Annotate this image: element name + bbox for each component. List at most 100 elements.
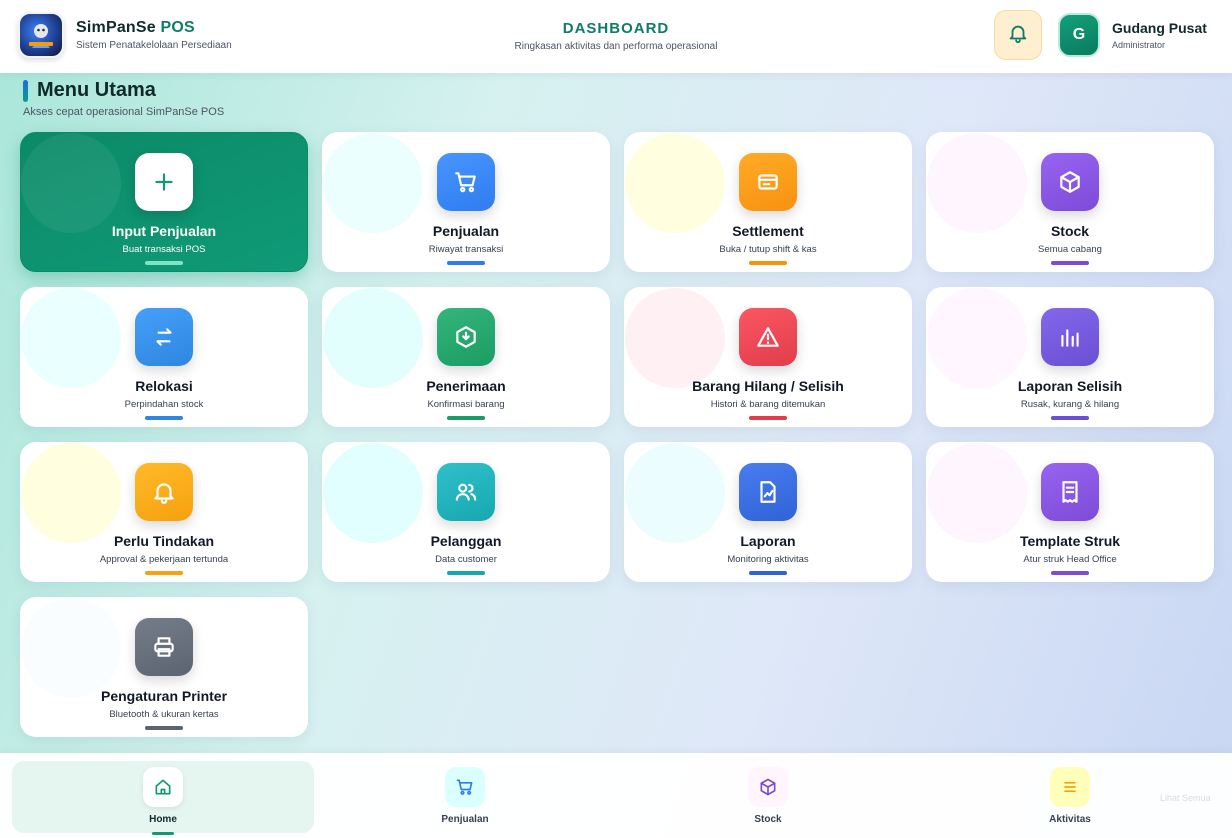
menu-card-description: Rusak, kurang & hilang bbox=[1020, 399, 1120, 410]
menu-card-label: Pelanggan bbox=[430, 533, 502, 549]
menu-card-label: Penjualan bbox=[432, 223, 500, 239]
menu-card-relokasi[interactable]: Relokasi Perpindahan stock bbox=[20, 287, 308, 427]
warning-icon bbox=[739, 308, 797, 366]
card-decoration bbox=[323, 443, 423, 543]
card-decoration bbox=[323, 288, 423, 388]
section-title: Menu Utama bbox=[37, 79, 156, 101]
menu-card-label: Relokasi bbox=[135, 378, 193, 394]
menu-card-penerimaan[interactable]: Penerimaan Konfirmasi barang bbox=[322, 287, 610, 427]
menu-card-input-penjualan[interactable]: Input Penjualan Buat transaksi POS bbox=[20, 132, 308, 272]
menu-card-accent-bar bbox=[749, 416, 787, 420]
list-icon bbox=[1050, 767, 1090, 807]
card-decoration bbox=[625, 288, 725, 388]
menu-card-description: Riwayat transaksi bbox=[428, 244, 504, 255]
app-name: SimPanSe POS bbox=[76, 19, 195, 36]
user-role: Administrator bbox=[1112, 40, 1166, 50]
menu-card-barang-hilang-selisih[interactable]: Barang Hilang / Selisih Histori & barang … bbox=[624, 287, 912, 427]
menu-card-label: Barang Hilang / Selisih bbox=[692, 378, 844, 394]
menu-card-accent-bar bbox=[145, 726, 183, 730]
menu-card-accent-bar bbox=[447, 416, 485, 420]
card-decoration bbox=[927, 133, 1027, 233]
nav-item-label: Stock bbox=[754, 814, 782, 825]
menu-card-label: Template Struk bbox=[1019, 533, 1121, 549]
menu-card-accent-bar bbox=[749, 571, 787, 575]
transfer-icon bbox=[135, 308, 193, 366]
card-decoration bbox=[21, 443, 121, 543]
menu-card-description: Konfirmasi barang bbox=[427, 399, 505, 410]
menu-card-description: Perpindahan stock bbox=[124, 399, 204, 410]
menu-card-description: Buka / tutup shift & kas bbox=[719, 244, 817, 255]
plus-icon bbox=[135, 153, 193, 211]
menu-card-description: Buat transaksi POS bbox=[122, 244, 206, 255]
menu-card-description: Data customer bbox=[435, 554, 497, 565]
box-icon bbox=[1041, 153, 1099, 211]
bar-chart-icon bbox=[1041, 308, 1099, 366]
menu-card-template-struk[interactable]: Template Struk Atur struk Head Office bbox=[926, 442, 1214, 582]
menu-card-pengaturan-printer[interactable]: Pengaturan Printer Bluetooth & ukuran ker… bbox=[20, 597, 308, 737]
notification-button[interactable] bbox=[994, 10, 1042, 60]
bell-icon bbox=[1007, 22, 1029, 49]
menu-card-accent-bar bbox=[145, 416, 183, 420]
menu-card-perlu-tindakan[interactable]: Perlu Tindakan Approval & pekerjaan tertu… bbox=[20, 442, 308, 582]
active-nav-indicator bbox=[152, 832, 174, 835]
card-decoration bbox=[21, 288, 121, 388]
menu-card-accent-bar bbox=[447, 261, 485, 265]
menu-card-accent-bar bbox=[447, 571, 485, 575]
menu-card-label: Pengaturan Printer bbox=[100, 688, 228, 704]
card-decoration bbox=[21, 133, 121, 233]
card-decoration bbox=[927, 443, 1027, 543]
menu-card-laporan-selisih[interactable]: Laporan Selisih Rusak, kurang & hilang bbox=[926, 287, 1214, 427]
nav-item-home[interactable]: Home bbox=[12, 761, 314, 833]
menu-card-label: Stock bbox=[1050, 223, 1090, 239]
menu-card-penjualan[interactable]: Penjualan Riwayat transaksi bbox=[322, 132, 610, 272]
card-decoration bbox=[927, 288, 1027, 388]
app-header: SimPanSe POS Sistem Penatakelolaan Perse… bbox=[0, 0, 1232, 73]
menu-card-label: Laporan bbox=[740, 533, 796, 549]
menu-card-label: Perlu Tindakan bbox=[113, 533, 215, 549]
menu-card-accent-bar bbox=[145, 261, 183, 265]
printer-icon bbox=[135, 618, 193, 676]
brand[interactable]: SimPanSe POS Sistem Penatakelolaan Perse… bbox=[18, 12, 232, 58]
menu-card-accent-bar bbox=[145, 571, 183, 575]
nav-item-label: Home bbox=[149, 814, 177, 825]
menu-card-description: Semua cabang bbox=[1038, 244, 1102, 255]
nav-item-label: Aktivitas bbox=[1049, 814, 1091, 825]
cart-icon bbox=[437, 153, 495, 211]
menu-card-description: Approval & pekerjaan tertunda bbox=[99, 554, 229, 565]
home-icon bbox=[143, 767, 183, 807]
app-logo bbox=[18, 12, 64, 58]
nav-item-label: Penjualan bbox=[441, 814, 489, 825]
box-icon bbox=[748, 767, 788, 807]
faint-link[interactable]: Lihat Semua bbox=[1160, 793, 1211, 803]
section-accent-bar bbox=[23, 80, 28, 102]
nav-item-stock[interactable]: Stock bbox=[617, 761, 919, 833]
receipt-icon bbox=[1041, 463, 1099, 521]
menu-card-laporan[interactable]: Laporan Monitoring aktivitas bbox=[624, 442, 912, 582]
card-decoration bbox=[21, 598, 121, 698]
menu-card-accent-bar bbox=[749, 261, 787, 265]
menu-card-settlement[interactable]: Settlement Buka / tutup shift & kas bbox=[624, 132, 912, 272]
menu-card-label: Laporan Selisih bbox=[1017, 378, 1123, 394]
menu-card-accent-bar bbox=[1051, 416, 1089, 420]
bottom-navigation: Home Penjualan Stock Aktivitas bbox=[0, 753, 1232, 838]
cash-icon bbox=[739, 153, 797, 211]
menu-card-accent-bar bbox=[1051, 261, 1089, 265]
cart-icon bbox=[445, 767, 485, 807]
receive-icon bbox=[437, 308, 495, 366]
card-decoration bbox=[625, 133, 725, 233]
card-decoration bbox=[625, 443, 725, 543]
menu-card-description: Atur struk Head Office bbox=[1023, 554, 1117, 565]
menu-card-label: Input Penjualan bbox=[111, 223, 217, 239]
bell-icon bbox=[135, 463, 193, 521]
nav-item-penjualan[interactable]: Penjualan bbox=[314, 761, 616, 833]
menu-card-accent-bar bbox=[1051, 571, 1089, 575]
menu-card-stock[interactable]: Stock Semua cabang bbox=[926, 132, 1214, 272]
user-name: Gudang Pusat bbox=[1112, 20, 1207, 36]
menu-card-description: Bluetooth & ukuran kertas bbox=[109, 709, 219, 720]
report-icon bbox=[739, 463, 797, 521]
user-avatar[interactable]: G bbox=[1058, 13, 1100, 57]
menu-card-description: Histori & barang ditemukan bbox=[710, 399, 826, 410]
menu-card-pelanggan[interactable]: Pelanggan Data customer bbox=[322, 442, 610, 582]
menu-card-label: Settlement bbox=[732, 223, 804, 239]
menu-card-label: Penerimaan bbox=[426, 378, 506, 394]
